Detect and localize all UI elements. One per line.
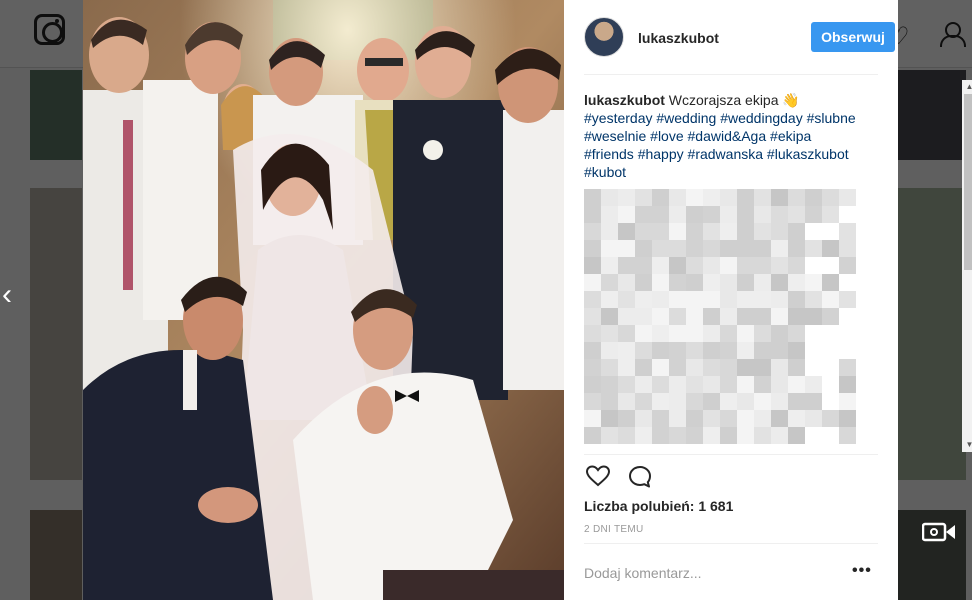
add-comment-section: ••• xyxy=(584,543,878,600)
hashtag-link[interactable]: #radwanska xyxy=(688,146,764,162)
comments-scrollbar[interactable]: ▲ ▼ xyxy=(962,80,972,452)
pixelated-comments-image xyxy=(584,189,856,444)
hashtag-link[interactable]: #wedding xyxy=(656,110,716,126)
hashtag-link[interactable]: #love xyxy=(650,128,683,144)
previous-post-chevron-left-icon[interactable]: ‹ xyxy=(2,280,12,310)
hashtag-link[interactable]: #weddingday xyxy=(720,110,803,126)
video-camera-icon xyxy=(922,522,955,542)
caption: lukaszkubot Wczorajsza ekipa 👋 #yesterda… xyxy=(584,76,864,181)
comments-list: lukaszkubot Wczorajsza ekipa 👋 #yesterda… xyxy=(584,76,884,454)
comment-input[interactable] xyxy=(584,562,824,584)
pixelated-comments xyxy=(584,187,859,449)
post-photo[interactable] xyxy=(83,0,564,600)
post-timestamp[interactable]: 2 DNI TEMU xyxy=(584,524,644,535)
hashtag-link[interactable]: #weselnie xyxy=(584,128,646,144)
post-header: lukaszkubot Obserwuj xyxy=(584,0,895,75)
post-modal: lukaszkubot Obserwuj lukaszkubot Wczoraj… xyxy=(83,0,972,600)
scroll-thumb[interactable] xyxy=(964,94,972,270)
wedding-group-photo xyxy=(83,0,564,600)
hashtag-link[interactable]: #friends xyxy=(584,146,634,162)
post-sidebar: lukaszkubot Obserwuj lukaszkubot Wczoraj… xyxy=(564,0,972,600)
more-options-button[interactable]: ••• xyxy=(852,563,872,579)
follow-button[interactable]: Obserwuj xyxy=(811,22,895,52)
hashtag-link[interactable]: #lukaszkubot xyxy=(767,146,849,162)
likes-count[interactable]: Liczba polubień: 1 681 xyxy=(584,498,733,514)
username-link[interactable]: lukaszkubot xyxy=(638,30,719,46)
heart-outline-icon[interactable] xyxy=(586,465,610,487)
hashtag-link[interactable]: #happy xyxy=(638,146,684,162)
scroll-up-arrow-icon[interactable]: ▲ xyxy=(962,80,972,94)
hashtag-link[interactable]: #yesterday xyxy=(584,110,652,126)
comment-bubble-icon[interactable] xyxy=(628,465,652,489)
caption-username[interactable]: lukaszkubot xyxy=(584,92,665,108)
scroll-down-arrow-icon[interactable]: ▼ xyxy=(962,438,972,452)
hashtags: #yesterday #wedding #weddingday #slubne … xyxy=(584,110,856,180)
hashtag-link[interactable]: #slubne xyxy=(807,110,856,126)
avatar[interactable] xyxy=(584,17,624,57)
hashtag-link[interactable]: #dawid&Aga xyxy=(688,128,767,144)
hashtag-link[interactable]: #kubot xyxy=(584,164,626,180)
action-bar xyxy=(584,454,878,494)
hashtag-link[interactable]: #ekipa xyxy=(770,128,811,144)
caption-text: Wczorajsza ekipa 👋 xyxy=(668,92,800,108)
